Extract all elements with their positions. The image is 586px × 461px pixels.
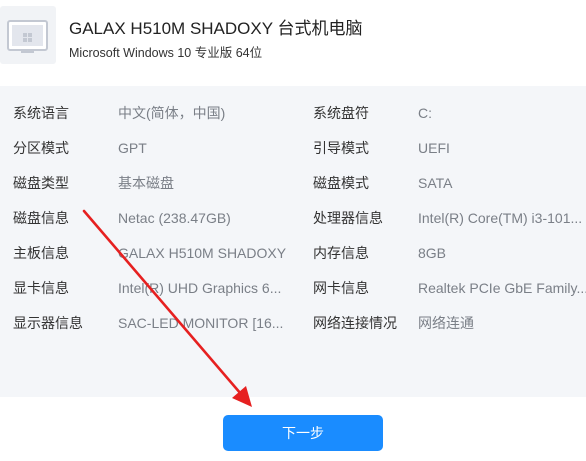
info-value: Realtek PCIe GbE Family... xyxy=(418,280,586,296)
info-value: 中文(简体，中国) xyxy=(118,105,226,121)
info-label: 内存信息 xyxy=(313,245,369,261)
info-value: 网络连通 xyxy=(418,315,474,331)
system-info-panel: 系统语言 中文(简体，中国) 系统盘符 C: 分区模式 GPT 引导模式 UEF… xyxy=(0,86,586,397)
info-label: 显示器信息 xyxy=(13,315,83,331)
info-value: 8GB xyxy=(418,245,447,261)
info-value: UEFI xyxy=(418,140,450,156)
info-label: 系统盘符 xyxy=(313,105,369,121)
info-value: GPT xyxy=(118,140,147,156)
info-row: 系统语言 中文(简体，中国) 系统盘符 C: xyxy=(0,102,586,124)
info-value: Intel(R) Core(TM) i3-101... xyxy=(418,210,583,226)
info-label: 磁盘信息 xyxy=(13,210,69,226)
info-label: 处理器信息 xyxy=(313,210,383,226)
info-value: GALAX H510M SHADOXY xyxy=(118,245,287,261)
info-row: 分区模式 GPT 引导模式 UEFI xyxy=(0,137,586,159)
info-value: Intel(R) UHD Graphics 6... xyxy=(118,280,282,296)
info-label: 磁盘类型 xyxy=(13,175,69,191)
info-row: 显卡信息 Intel(R) UHD Graphics 6... 网卡信息 Rea… xyxy=(0,277,586,299)
info-label: 显卡信息 xyxy=(13,280,69,296)
info-label: 系统语言 xyxy=(13,105,69,121)
info-row: 磁盘类型 基本磁盘 磁盘模式 SATA xyxy=(0,172,586,194)
info-row: 主板信息 GALAX H510M SHADOXY 内存信息 8GB xyxy=(0,242,586,264)
info-label: 网卡信息 xyxy=(313,280,369,296)
info-value: 基本磁盘 xyxy=(118,175,174,191)
info-label: 引导模式 xyxy=(313,140,369,156)
info-value: C: xyxy=(418,105,432,121)
device-header: GALAX H510M SHADOXY 台式机电脑 Microsoft Wind… xyxy=(0,0,586,80)
device-title: GALAX H510M SHADOXY 台式机电脑 xyxy=(69,19,363,38)
info-value: SATA xyxy=(418,175,453,191)
info-value: SAC-LED MONITOR [16... xyxy=(118,315,284,331)
info-row: 磁盘信息 Netac (238.47GB) 处理器信息 Intel(R) Cor… xyxy=(0,207,586,229)
info-row: 显示器信息 SAC-LED MONITOR [16... 网络连接情况 网络连通 xyxy=(0,312,586,334)
info-label: 分区模式 xyxy=(13,140,69,156)
next-step-button[interactable]: 下一步 xyxy=(223,415,383,451)
info-label: 主板信息 xyxy=(13,245,69,261)
info-label: 磁盘模式 xyxy=(313,175,369,191)
info-value: Netac (238.47GB) xyxy=(118,210,231,226)
os-subtitle: Microsoft Windows 10 专业版 64位 xyxy=(69,46,263,60)
info-label: 网络连接情况 xyxy=(313,315,397,331)
desktop-computer-icon xyxy=(0,6,56,64)
